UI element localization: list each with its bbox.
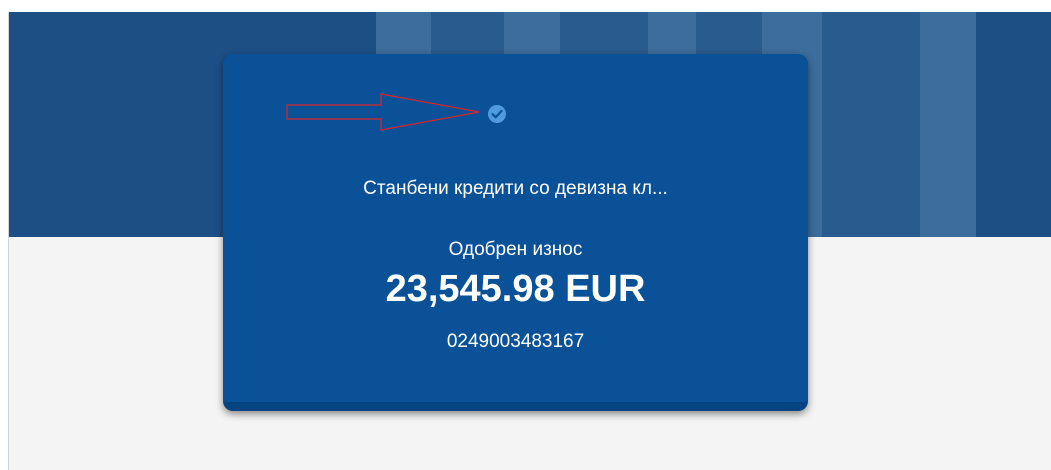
card-title: Станбени кредити со девизна кл... [363, 178, 668, 199]
check-circle-icon [488, 105, 506, 123]
loan-account-card[interactable]: Станбени кредити со девизна кл... Одобре… [223, 54, 808, 411]
approved-amount-value: 23,545.98 EUR [385, 268, 646, 310]
banner-stripe [920, 12, 976, 237]
approved-amount-label: Одобрен износ [448, 239, 583, 260]
account-number: 0249003483167 [446, 331, 585, 352]
red-arrow-icon [286, 93, 480, 131]
banner-stripe [822, 12, 920, 237]
